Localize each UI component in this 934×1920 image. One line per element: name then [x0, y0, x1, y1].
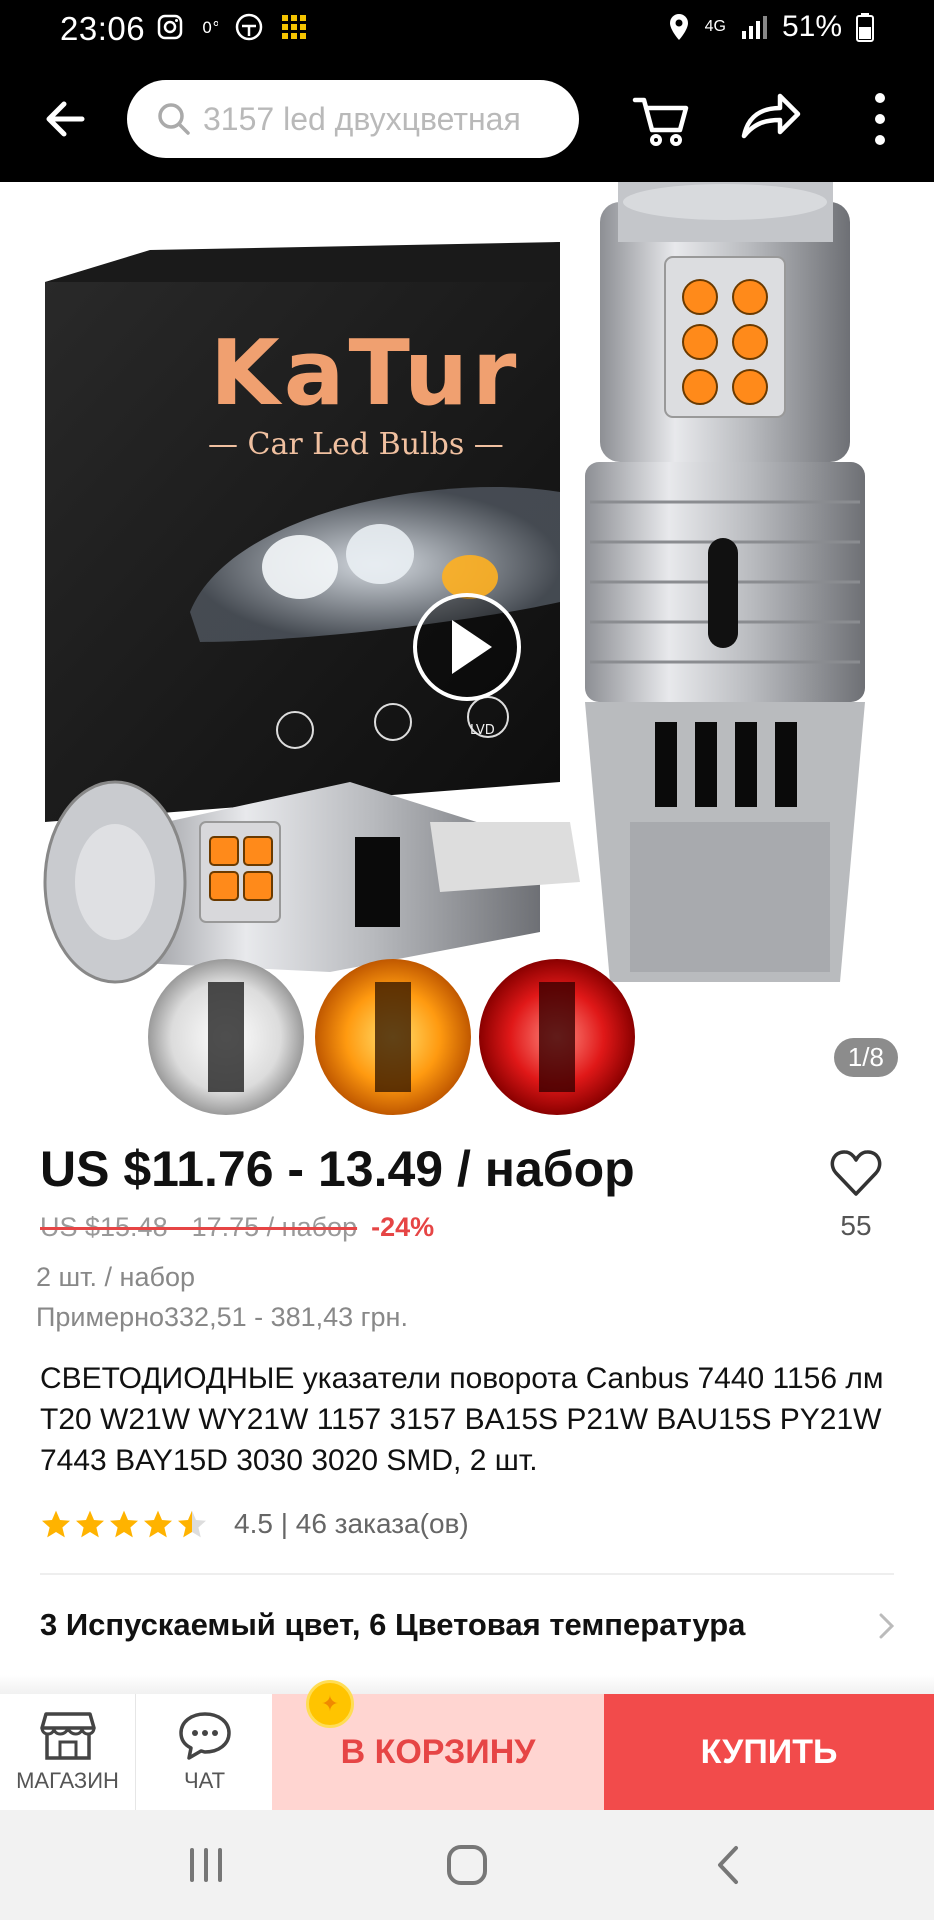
rating-row: 4.5 | 46 заказа(ов): [40, 1508, 469, 1540]
top-app-bar: 3157 led двухцветная: [0, 58, 934, 182]
system-navigation-bar: [0, 1810, 934, 1920]
battery-icon: [856, 13, 874, 42]
star-icon: [42, 1510, 70, 1538]
signal-icon: [741, 16, 767, 39]
star-icon: [110, 1510, 138, 1538]
search-bar[interactable]: 3157 led двухцветная: [127, 80, 579, 158]
coin-icon[interactable]: ✦: [306, 1680, 354, 1728]
location-icon: [669, 14, 688, 40]
more-options-icon[interactable]: [862, 90, 898, 148]
rating-summary: 4.5 | 46 заказа(ов): [234, 1508, 469, 1539]
image-counter: 1/8: [833, 1038, 898, 1077]
instagram-icon: [157, 14, 183, 40]
rating-stars: [40, 1508, 208, 1540]
search-placeholder: 3157 led двухцветная: [203, 100, 521, 137]
store-icon: [39, 1712, 96, 1760]
nav-back-icon[interactable]: [700, 1840, 760, 1890]
property-selector-row[interactable]: 3 Испускаемый цвет, 6 Цветовая температу…: [0, 1575, 934, 1675]
section-separator: [0, 1675, 934, 1695]
approx-price-uah: Примерно332,51 - 381,43 грн.: [36, 1302, 408, 1332]
product-image-gallery[interactable]: KaTur — Car Led Bulbs — LVD 1/8: [0, 182, 934, 1122]
product-price: US $11.76 - 13.49 / набор: [40, 1141, 635, 1197]
svg-text:LVD: LVD: [470, 723, 495, 738]
wishlist-count: 55: [840, 1210, 872, 1241]
brand-logo: KaTur: [210, 321, 520, 426]
chat-button[interactable]: ЧАТ: [137, 1694, 272, 1810]
wishlist-heart-icon[interactable]: [830, 1148, 882, 1198]
chat-label: ЧАТ: [183, 1768, 226, 1793]
chevron-right-icon: [879, 1613, 895, 1639]
status-bar: 23:06 0° 4G 51%: [0, 0, 934, 58]
store-label: МАГАЗИН: [16, 1768, 119, 1793]
search-icon: [158, 103, 190, 135]
home-icon[interactable]: [437, 1840, 497, 1890]
share-icon[interactable]: [740, 88, 802, 148]
star-icon: [76, 1510, 104, 1538]
chat-icon: [178, 1712, 231, 1760]
discount-badge: -24%: [371, 1212, 435, 1242]
pack-quantity: 2 шт. / набор: [36, 1262, 195, 1292]
store-button[interactable]: МАГАЗИН: [0, 1694, 136, 1810]
app-notification-icon: [235, 13, 263, 41]
old-price-row: US $15.48 - 17.75 / набор -24%: [40, 1212, 434, 1243]
bottom-action-bar: МАГАЗИН ЧАТ В КОРЗИНУ КУПИТЬ: [0, 1694, 934, 1810]
battery-percent: 51%: [781, 10, 842, 43]
cart-icon[interactable]: [632, 88, 692, 148]
recent-apps-icon[interactable]: [176, 1840, 236, 1890]
star-icon: [144, 1510, 172, 1538]
svg-text:0°: 0°: [202, 18, 218, 37]
property-label: 3 Испускаемый цвет, 6 Цветовая температу…: [40, 1607, 746, 1642]
status-system-icons: 4G 51%: [667, 10, 874, 44]
status-notification-icons: 0°: [156, 12, 308, 42]
network-type: 4G: [704, 18, 726, 35]
temperature-icon: 0°: [202, 18, 218, 37]
back-arrow-icon[interactable]: [40, 94, 90, 144]
product-title: СВЕТОДИОДНЫЕ указатели поворота Canbus 7…: [40, 1362, 884, 1477]
old-price: US $15.48 - 17.75 / набор: [40, 1212, 358, 1242]
status-time: 23:06: [60, 10, 146, 47]
product-image: KaTur — Car Led Bulbs — LVD: [43, 182, 865, 1115]
brand-subtitle: — Car Led Bulbs —: [208, 427, 504, 462]
grid-app-icon: [282, 15, 306, 39]
buy-now-button[interactable]: КУПИТЬ: [604, 1694, 934, 1810]
half-star-icon: [178, 1510, 206, 1538]
